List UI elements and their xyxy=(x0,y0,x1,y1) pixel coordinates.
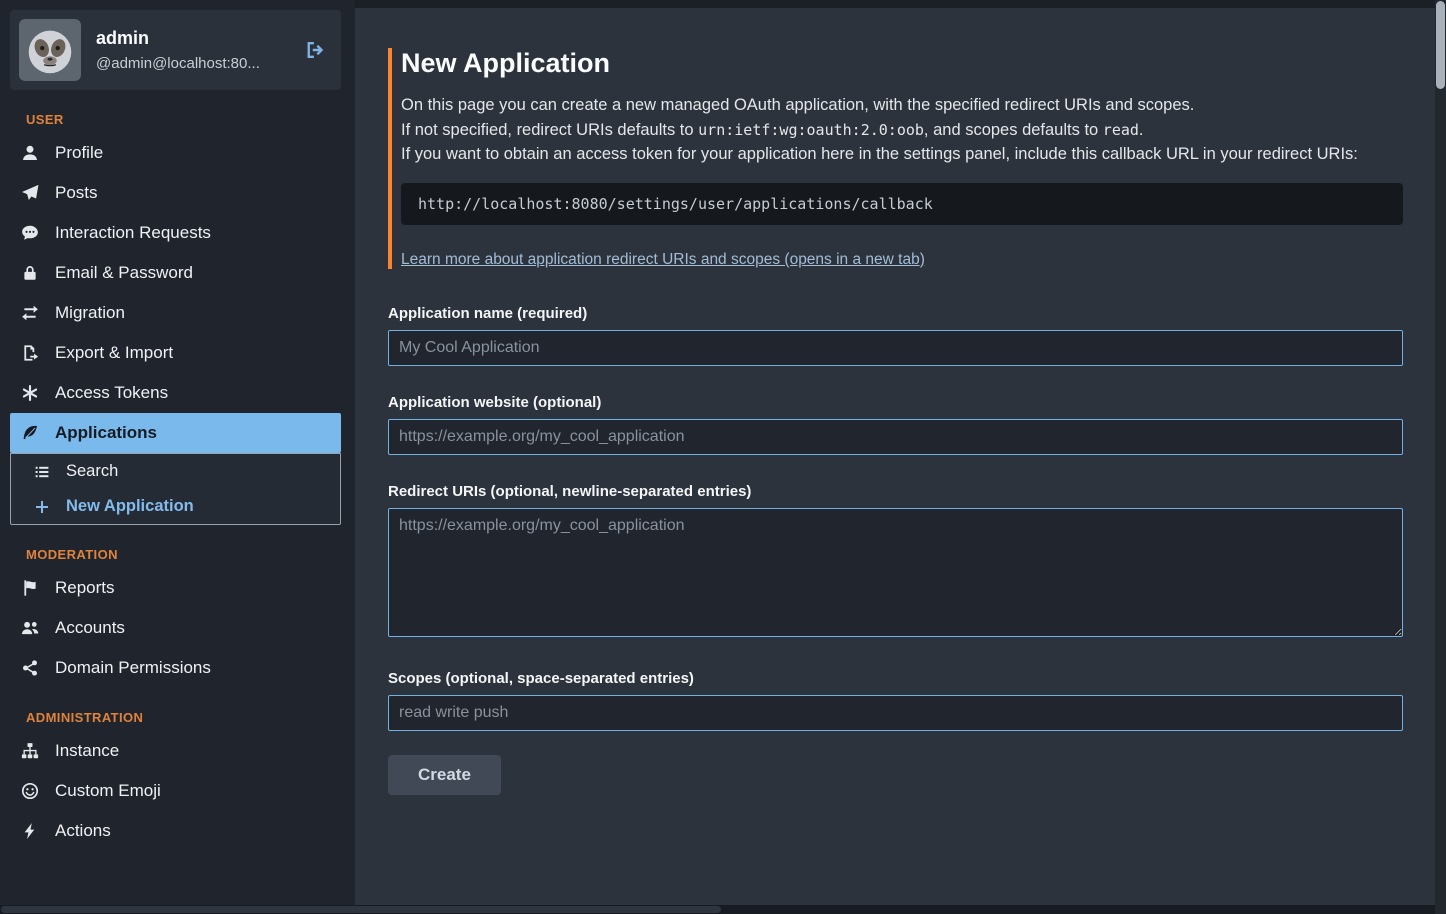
logout-icon[interactable] xyxy=(298,35,332,65)
sidebar-item-label: New Application xyxy=(66,497,194,516)
applications-submenu: Search New Application xyxy=(10,453,341,525)
sidebar-item-label: Reports xyxy=(55,578,115,598)
main-panel: New Application On this page you can cre… xyxy=(355,8,1435,905)
bolt-icon xyxy=(18,822,42,840)
users-icon xyxy=(18,619,42,637)
read-code: read xyxy=(1103,121,1139,139)
nav-administration: Instance Custom Emoji Actions xyxy=(10,731,341,851)
new-application-form: Application name (required) Application … xyxy=(388,305,1403,795)
app-root: admin @admin@localhost:80... USER Profil… xyxy=(0,0,1446,914)
sitemap-icon xyxy=(18,742,42,760)
intro-line-1: On this page you can create a new manage… xyxy=(401,93,1403,118)
sidebar: admin @admin@localhost:80... USER Profil… xyxy=(0,0,355,914)
sidebar-item-label: Interaction Requests xyxy=(55,223,211,243)
intro-text: On this page you can create a new manage… xyxy=(401,93,1403,167)
vertical-scrollbar[interactable] xyxy=(1435,0,1446,914)
intro-line-2-pre: If not specified, redirect URIs defaults… xyxy=(401,121,698,139)
oob-code: urn:ietf:wg:oauth:2.0:oob xyxy=(698,121,924,139)
user-icon xyxy=(18,144,42,162)
arrows-left-right-icon xyxy=(18,304,42,322)
file-export-icon xyxy=(18,344,42,362)
info-block: New Application On this page you can cre… xyxy=(388,48,1403,269)
sidebar-item-profile[interactable]: Profile xyxy=(10,133,341,173)
comment-dots-icon xyxy=(18,224,42,242)
flag-icon xyxy=(18,579,42,597)
sidebar-item-applications[interactable]: Applications xyxy=(10,413,341,453)
nav-moderation: Reports Accounts Domain Permissions xyxy=(10,568,341,688)
callback-url-code-block[interactable]: http://localhost:8080/settings/user/appl… xyxy=(401,183,1403,225)
intro-line-3: If you want to obtain an access token fo… xyxy=(401,142,1403,167)
user-card[interactable]: admin @admin@localhost:80... xyxy=(10,10,341,90)
intro-line-1-text: On this page you can create a new manage… xyxy=(401,96,1194,114)
horizontal-scrollbar[interactable] xyxy=(0,905,1435,914)
sidebar-item-label: Email & Password xyxy=(55,263,193,283)
application-name-label: Application name (required) xyxy=(388,305,1403,322)
section-label-administration: ADMINISTRATION xyxy=(26,710,341,725)
learn-more-link[interactable]: Learn more about application redirect UR… xyxy=(401,251,925,269)
section-label-moderation: MODERATION xyxy=(26,547,341,562)
application-website-label: Application website (optional) xyxy=(388,394,1403,411)
intro-line-3-text: If you want to obtain an access token fo… xyxy=(401,145,1358,163)
plus-icon xyxy=(31,499,53,515)
sidebar-item-access-tokens[interactable]: Access Tokens xyxy=(10,373,341,413)
sidebar-item-label: Export & Import xyxy=(55,343,173,363)
sidebar-item-reports[interactable]: Reports xyxy=(10,568,341,608)
list-icon xyxy=(31,464,53,480)
sidebar-item-migration[interactable]: Migration xyxy=(10,293,341,333)
nav-user: Profile Posts Interaction Requests Email… xyxy=(10,133,341,525)
sidebar-item-label: Migration xyxy=(55,303,125,323)
horizontal-scrollbar-thumb[interactable] xyxy=(1,906,721,913)
sidebar-item-custom-emoji[interactable]: Custom Emoji xyxy=(10,771,341,811)
sidebar-item-label: Posts xyxy=(55,183,98,203)
sidebar-item-new-application[interactable]: New Application xyxy=(11,489,340,524)
intro-line-2-mid: , and scopes defaults to xyxy=(924,121,1103,139)
application-name-field-group: Application name (required) xyxy=(388,305,1403,366)
intro-line-2: If not specified, redirect URIs defaults… xyxy=(401,118,1403,143)
feather-icon xyxy=(18,424,42,442)
sidebar-item-label: Actions xyxy=(55,821,111,841)
vertical-scrollbar-thumb[interactable] xyxy=(1436,1,1445,89)
scopes-label: Scopes (optional, space-separated entrie… xyxy=(388,670,1403,687)
redirect-uris-field-group: Redirect URIs (optional, newline-separat… xyxy=(388,483,1403,642)
redirect-uris-label: Redirect URIs (optional, newline-separat… xyxy=(388,483,1403,500)
sidebar-item-accounts[interactable]: Accounts xyxy=(10,608,341,648)
application-website-field-group: Application website (optional) xyxy=(388,394,1403,455)
smile-icon xyxy=(18,782,42,800)
create-button[interactable]: Create xyxy=(388,755,501,795)
asterisk-icon xyxy=(18,384,42,402)
scopes-input[interactable] xyxy=(388,695,1403,731)
sidebar-item-domain-permissions[interactable]: Domain Permissions xyxy=(10,648,341,688)
sidebar-item-posts[interactable]: Posts xyxy=(10,173,341,213)
intro-line-2-post: . xyxy=(1139,121,1144,139)
sidebar-item-label: Search xyxy=(66,462,118,481)
redirect-uris-textarea[interactable] xyxy=(388,508,1403,637)
sidebar-item-email-password[interactable]: Email & Password xyxy=(10,253,341,293)
paper-plane-icon xyxy=(18,184,42,202)
lock-icon xyxy=(18,264,42,282)
new-application-page: New Application On this page you can cre… xyxy=(388,48,1403,795)
sidebar-item-search[interactable]: Search xyxy=(11,454,340,489)
sidebar-item-label: Accounts xyxy=(55,618,125,638)
user-info: admin @admin@localhost:80... xyxy=(96,28,283,72)
sidebar-item-label: Domain Permissions xyxy=(55,658,211,678)
user-handle: @admin@localhost:80... xyxy=(96,55,283,72)
application-website-input[interactable] xyxy=(388,419,1403,455)
share-nodes-icon xyxy=(18,659,42,677)
sidebar-item-label: Instance xyxy=(55,741,119,761)
application-name-input[interactable] xyxy=(388,330,1403,366)
sidebar-item-label: Access Tokens xyxy=(55,383,168,403)
sidebar-item-instance[interactable]: Instance xyxy=(10,731,341,771)
sidebar-item-export-import[interactable]: Export & Import xyxy=(10,333,341,373)
sidebar-item-interaction-requests[interactable]: Interaction Requests xyxy=(10,213,341,253)
section-label-user: USER xyxy=(26,112,341,127)
sidebar-item-label: Custom Emoji xyxy=(55,781,161,801)
page-title: New Application xyxy=(401,48,1403,79)
sidebar-item-label: Profile xyxy=(55,143,103,163)
sidebar-item-label: Applications xyxy=(55,423,157,443)
sidebar-item-actions[interactable]: Actions xyxy=(10,811,341,851)
avatar xyxy=(19,19,81,81)
username: admin xyxy=(96,28,283,49)
main-column: New Application On this page you can cre… xyxy=(355,0,1435,914)
scopes-field-group: Scopes (optional, space-separated entrie… xyxy=(388,670,1403,731)
